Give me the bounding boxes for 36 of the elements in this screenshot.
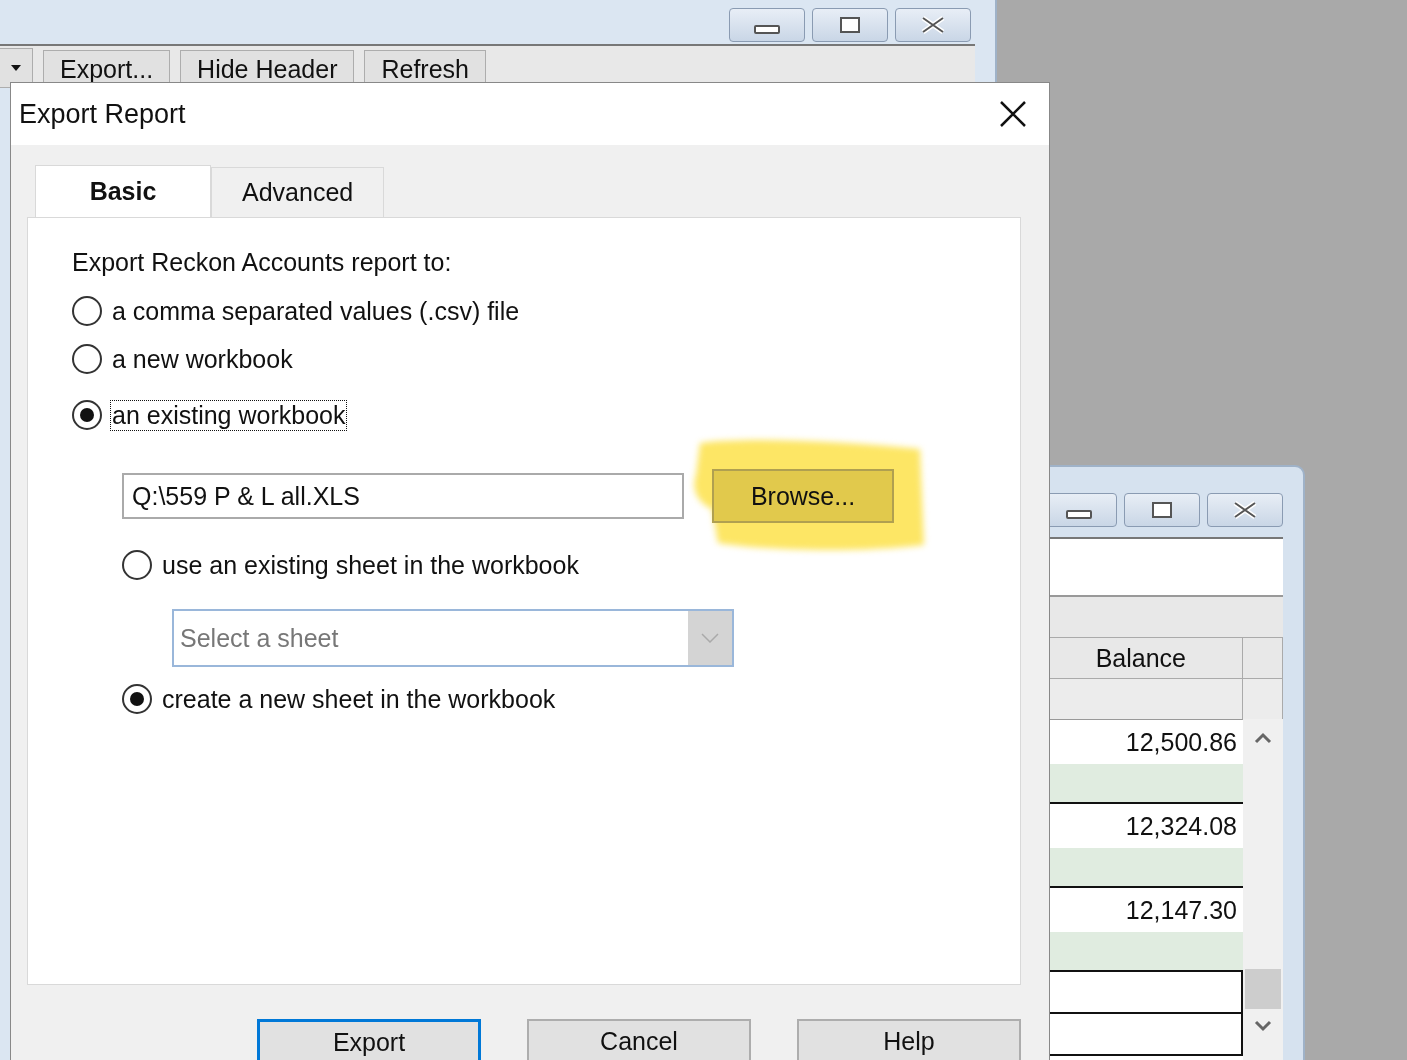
browse-button[interactable]: Browse... [712, 469, 894, 523]
radio-label[interactable]: use an existing sheet in the workbook [160, 549, 581, 581]
maximize-icon [1152, 502, 1172, 518]
radio-button[interactable] [122, 684, 152, 714]
maximize-icon [840, 17, 860, 33]
caret-icon [10, 64, 22, 72]
minimize-icon [1066, 509, 1092, 519]
dialog-button[interactable]: Cancel [527, 1019, 751, 1060]
close-icon[interactable] [999, 100, 1027, 128]
dialog-button[interactable]: Help [797, 1019, 1021, 1060]
tab[interactable]: Basic [35, 165, 211, 217]
maximize-button[interactable] [1124, 493, 1200, 527]
minimize-button[interactable] [729, 8, 805, 42]
scroll-up-icon[interactable] [1253, 731, 1273, 745]
tab[interactable]: Advanced [211, 167, 385, 217]
table-cell-text: 12,324.08 [1124, 810, 1238, 842]
dialog-button[interactable]: Export [257, 1019, 481, 1060]
radio-button[interactable] [72, 400, 102, 430]
file-path-field[interactable]: Q:\559 P & L all.XLS [122, 473, 684, 519]
radio-button[interactable] [72, 296, 102, 326]
radio-button[interactable] [122, 550, 152, 580]
maximize-button[interactable] [812, 8, 888, 42]
scroll-down-icon[interactable] [1253, 1019, 1273, 1033]
scrollbar-thumb[interactable] [1245, 969, 1281, 1009]
radio-label[interactable]: a comma separated values (.csv) file [110, 295, 522, 327]
table-cell-text: 12,147.30 [1124, 894, 1238, 926]
close-button[interactable] [895, 8, 971, 42]
radio-label[interactable]: a new workbook [110, 343, 295, 375]
close-button[interactable] [1207, 493, 1283, 527]
radio-label[interactable]: create a new sheet in the workbook [160, 683, 558, 715]
radio-label[interactable]: an existing workbook [110, 399, 348, 431]
prompt-label: Export Reckon Accounts report to: [72, 248, 453, 277]
table-cell-text: 12,500.86 [1124, 726, 1238, 758]
minimize-icon [754, 24, 780, 34]
window-title: Export Report [19, 98, 186, 130]
radio-button[interactable] [72, 344, 102, 374]
